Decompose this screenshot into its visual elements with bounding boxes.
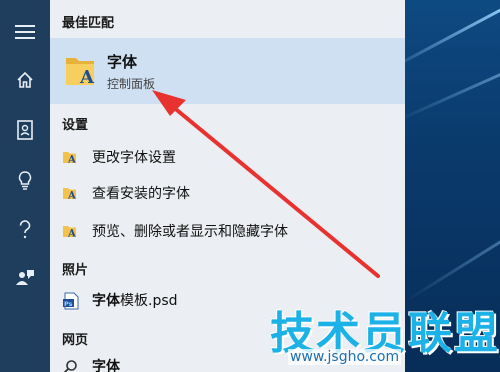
watermark: 技术员联盟 www.jsgho.com: [270, 297, 500, 372]
watermark-url: www.jsgho.com: [288, 349, 402, 365]
